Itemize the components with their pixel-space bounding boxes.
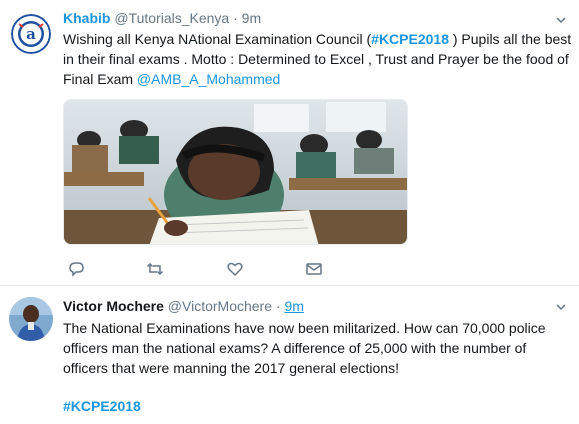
user-photo-avatar	[9, 297, 53, 341]
tweet-text: Wishing all Kenya NAtional Examination C…	[63, 29, 573, 89]
envelope-icon[interactable]	[305, 260, 323, 278]
author-handle[interactable]: @VictorMochere	[168, 298, 272, 314]
retweet-icon[interactable]	[146, 260, 164, 278]
separator-dot: ·	[275, 298, 281, 314]
author-name[interactable]: Victor Mochere	[63, 298, 164, 314]
separator-dot: ·	[233, 10, 238, 26]
hashtag-link[interactable]: #KCPE2018	[371, 31, 449, 47]
tweet-header: Victor Mochere @VictorMochere · 9m	[63, 297, 304, 315]
tweet-text-part: Wishing all Kenya NAtional Examination C…	[63, 31, 372, 47]
tweet-photo[interactable]	[63, 99, 408, 245]
advanced-ed-logo-icon: a	[11, 14, 51, 54]
exam-classroom-photo	[64, 100, 407, 244]
tweet-time[interactable]: 9m	[242, 10, 261, 26]
tweet-khabib[interactable]: a Khabib @Tutorials_Kenya · 9m Wishing a…	[0, 0, 579, 286]
tweet-time[interactable]: 9m	[284, 298, 303, 314]
chevron-down-icon[interactable]	[555, 301, 567, 313]
avatar[interactable]: a	[11, 14, 51, 54]
avatar[interactable]	[9, 297, 53, 341]
tweet-header: Khabib @Tutorials_Kenya · 9m	[63, 9, 261, 27]
author-handle[interactable]: @Tutorials_Kenya	[114, 10, 229, 26]
svg-text:a: a	[26, 25, 36, 43]
heart-icon[interactable]	[226, 260, 244, 278]
author-name[interactable]: Khabib	[63, 10, 110, 26]
chevron-down-icon[interactable]	[555, 14, 567, 26]
hashtag-link[interactable]: #KCPE2018	[63, 398, 141, 414]
mention-link[interactable]: @AMB_A_Mohammed	[137, 71, 280, 87]
reply-icon[interactable]	[67, 260, 85, 278]
tweet-text: The National Examinations have now been …	[63, 320, 546, 376]
